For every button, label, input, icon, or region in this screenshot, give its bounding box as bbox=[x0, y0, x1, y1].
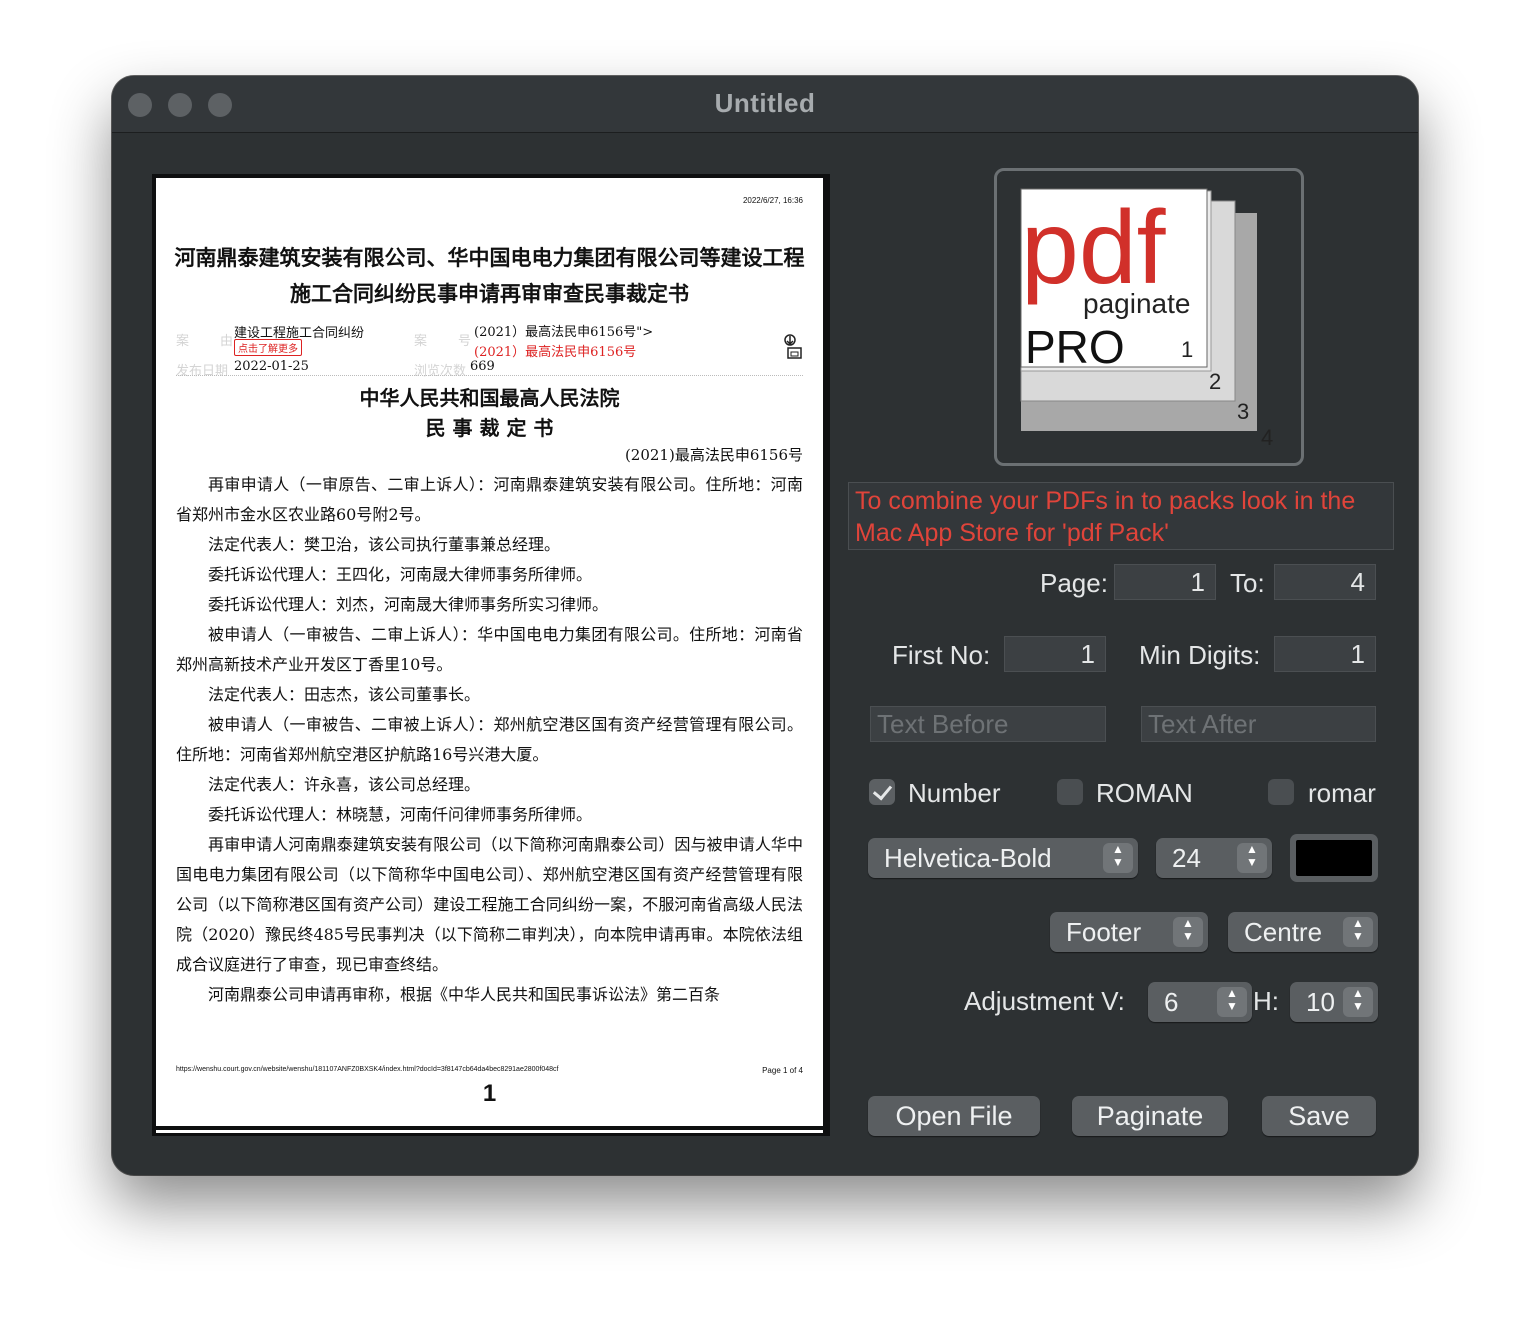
text-before-field[interactable]: Text Before bbox=[870, 706, 1106, 742]
pdf-footer-page: Page 1 of 4 bbox=[762, 1066, 803, 1075]
pdf-page: 2022/6/27, 16:36 河南鼎泰建筑安装有限公司、华中国电电力集团有限… bbox=[156, 178, 823, 1126]
pdf-paragraph: 委托诉讼代理人：刘杰，河南晟大律师事务所实习律师。 bbox=[208, 595, 609, 614]
adjustment-h-label: H: bbox=[1253, 986, 1279, 1016]
pdf-preview[interactable]: 2022/6/27, 16:36 河南鼎泰建筑安装有限公司、华中国电电力集团有限… bbox=[152, 174, 830, 1136]
pdf-footer-url: https://wenshu.court.gov.cn/website/wens… bbox=[176, 1066, 559, 1073]
popup-arrows-icon: ▲ ▼ bbox=[1173, 917, 1203, 947]
pdf-court-name: 中华人民共和国最高人民法院 bbox=[359, 386, 620, 410]
size-value: 24 bbox=[1172, 843, 1201, 873]
popup-arrows-icon: ▲ ▼ bbox=[1343, 987, 1373, 1017]
font-popup[interactable]: Helvetica-Bold ▲ ▼ bbox=[868, 838, 1138, 878]
alignment-popup[interactable]: Centre ▲ ▼ bbox=[1228, 912, 1378, 952]
pdf-paragraph: 被申请人（一审被告、二审上诉人）：华中国电电力集团有限公司。住所地：河南省郑州高… bbox=[176, 625, 803, 674]
pdf-meta-views-label: 浏览次数 bbox=[414, 364, 467, 379]
pdf-more-badge: 点击了解更多 bbox=[234, 339, 302, 356]
share-print-icon bbox=[784, 334, 802, 359]
pdf-paragraph: 法定代表人：许永喜，该公司总经理。 bbox=[208, 775, 481, 794]
title-bar: Untitled bbox=[112, 76, 1418, 133]
pdf-meta-cause-label2: 由 bbox=[220, 334, 234, 349]
logo-num-1: 1 bbox=[1181, 337, 1193, 362]
pdf-meta-cause-label: 案 bbox=[176, 334, 190, 349]
app-window: Untitled 2022/6/27, 16:36 河南鼎泰建筑安装有限公司、华… bbox=[112, 76, 1418, 1175]
popup-arrows-icon: ▲ ▼ bbox=[1237, 843, 1267, 873]
popup-arrows-icon: ▲ ▼ bbox=[1103, 843, 1133, 873]
number-option-label[interactable]: Number bbox=[908, 778, 1000, 809]
text-after-field[interactable]: Text After bbox=[1141, 706, 1376, 742]
roman-lower-checkbox[interactable] bbox=[1268, 779, 1294, 805]
page-to-field[interactable]: 4 bbox=[1274, 564, 1376, 600]
pdf-stamped-page-number: 1 bbox=[482, 1080, 497, 1107]
first-no-label: First No: bbox=[892, 640, 991, 670]
logo-num-2: 2 bbox=[1209, 369, 1221, 394]
logo-pro-text: PRO bbox=[1025, 321, 1125, 373]
min-digits-field[interactable]: 1 bbox=[1274, 636, 1376, 672]
pdf-meta-caseno-label: 案 bbox=[414, 334, 428, 349]
pdf-paragraph: 法定代表人：樊卫治，该公司执行董事兼总经理。 bbox=[208, 535, 561, 554]
window-title: Untitled bbox=[714, 88, 816, 118]
adjustment-h-popup[interactable]: 10 ▲ ▼ bbox=[1290, 982, 1378, 1022]
to-label: To: bbox=[1230, 568, 1265, 598]
adjustment-v-value: 6 bbox=[1164, 987, 1179, 1017]
size-popup[interactable]: 24 ▲ ▼ bbox=[1156, 838, 1272, 878]
pdf-divider bbox=[176, 375, 803, 376]
pdf-paragraph: 委托诉讼代理人：王四化，河南晟大律师事务所律师。 bbox=[208, 565, 593, 584]
pdf-meta-date-value: 2022-01-25 bbox=[234, 359, 309, 374]
logo-num-3: 3 bbox=[1237, 399, 1249, 424]
pdf-paragraph: 再审申请人（一审原告、二审上诉人）：河南鼎泰建筑安装有限公司。住所地：河南省郑州… bbox=[176, 475, 803, 524]
pdf-paragraph: 委托诉讼代理人：林晓慧，河南仟问律师事务所律师。 bbox=[208, 805, 593, 824]
position-popup[interactable]: Footer ▲ ▼ bbox=[1050, 912, 1208, 952]
alignment-value: Centre bbox=[1244, 917, 1323, 947]
adjustment-h-value: 10 bbox=[1306, 987, 1335, 1017]
pdf-document-title: 河南鼎泰建筑安装有限公司、华中国电电力集团有限公司等建设工程施工合同纠纷民事申请… bbox=[174, 245, 805, 306]
roman-lower-label[interactable]: romar bbox=[1308, 778, 1376, 809]
roman-upper-label[interactable]: ROMAN bbox=[1096, 778, 1193, 809]
next-page-edge bbox=[156, 1130, 823, 1133]
pdf-case-number: (2021)最高法民申6156号 bbox=[624, 446, 803, 464]
app-logo: pdf paginate PRO 1 2 3 4 bbox=[994, 168, 1304, 466]
pdf-doc-type: 民 事 裁 定 书 bbox=[425, 416, 554, 440]
pdf-meta-date-label: 发布日期 bbox=[176, 364, 229, 379]
pdf-meta-views-value: 669 bbox=[470, 359, 495, 374]
font-value: Helvetica-Bold bbox=[884, 843, 1052, 873]
pdf-paginate-pro-logo: pdf paginate PRO 1 2 3 4 bbox=[1020, 188, 1273, 450]
pdf-paragraph: 再审申请人河南鼎泰建筑安装有限公司（以下简称河南鼎泰公司）因与被申请人华中国电电… bbox=[176, 835, 803, 974]
first-no-field[interactable]: 1 bbox=[1004, 636, 1106, 672]
popup-arrows-icon: ▲ ▼ bbox=[1343, 917, 1373, 947]
promo-message: To combine your PDFs in to packs look in… bbox=[848, 482, 1394, 550]
pdf-print-datetime: 2022/6/27, 16:36 bbox=[742, 196, 803, 205]
color-swatch bbox=[1296, 840, 1372, 876]
color-well[interactable] bbox=[1290, 834, 1378, 882]
page-label: Page: bbox=[1040, 568, 1108, 598]
pdf-meta-caseno-raw: (2021）最高法民申6156号"> bbox=[474, 325, 654, 340]
pdf-paragraph: 河南鼎泰公司申请再审称，根据《中华人民共和国民事诉讼法》第二百条 bbox=[208, 985, 721, 1004]
number-checkbox[interactable] bbox=[869, 779, 895, 805]
logo-paginate-text: paginate bbox=[1083, 288, 1190, 319]
roman-upper-checkbox[interactable] bbox=[1057, 779, 1083, 805]
pdf-body-text: 再审申请人（一审原告、二审上诉人）：河南鼎泰建筑安装有限公司。住所地：河南省郑州… bbox=[176, 470, 803, 1010]
pdf-paragraph: 法定代表人：田志杰，该公司董事长。 bbox=[208, 685, 481, 704]
adjustment-v-label: Adjustment V: bbox=[964, 986, 1125, 1016]
adjustment-v-popup[interactable]: 6 ▲ ▼ bbox=[1148, 982, 1252, 1022]
paginate-button[interactable]: Paginate bbox=[1072, 1096, 1228, 1136]
pdf-meta-caseno-label2: 号 bbox=[458, 334, 472, 349]
pdf-meta-caseno-link: (2021）最高法民申6156号 bbox=[474, 345, 637, 360]
popup-arrows-icon: ▲ ▼ bbox=[1217, 987, 1247, 1017]
save-button[interactable]: Save bbox=[1262, 1096, 1376, 1136]
page-from-field[interactable]: 1 bbox=[1114, 564, 1216, 600]
position-value: Footer bbox=[1066, 917, 1142, 947]
open-file-button[interactable]: Open File bbox=[868, 1096, 1040, 1136]
pdf-paragraph: 被申请人（一审被告、二审被上诉人）：郑州航空港区国有资产经营管理有限公司。住所地… bbox=[176, 715, 803, 764]
min-digits-label: Min Digits: bbox=[1139, 640, 1261, 670]
logo-num-4: 4 bbox=[1261, 425, 1273, 450]
